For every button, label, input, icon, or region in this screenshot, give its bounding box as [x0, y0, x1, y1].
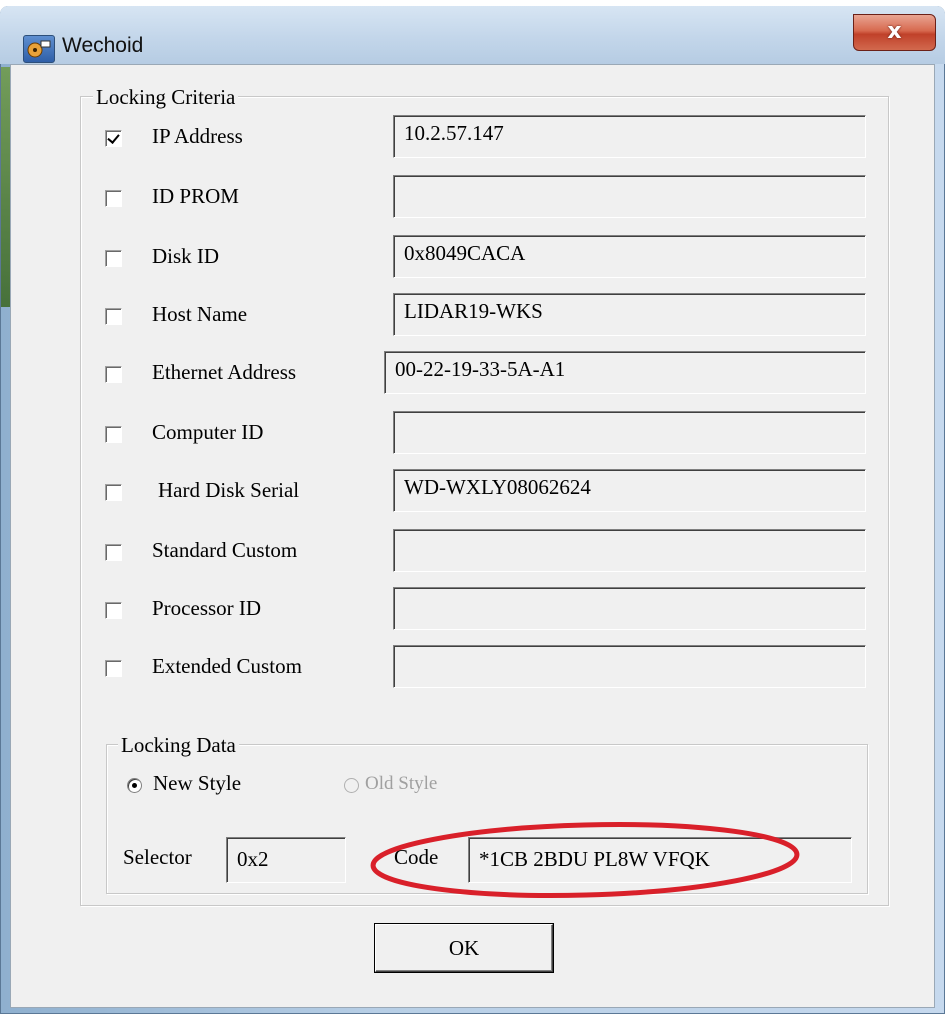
- checkbox-2[interactable]: [105, 250, 122, 267]
- new-style-radio[interactable]: [127, 778, 142, 793]
- criteria-label-2[interactable]: Disk ID: [152, 244, 219, 269]
- checkbox-4[interactable]: [105, 366, 122, 383]
- criteria-label-3[interactable]: Host Name: [152, 302, 247, 327]
- criteria-value-field-9[interactable]: [393, 645, 866, 688]
- checkbox-0[interactable]: [105, 130, 122, 147]
- old-style-label[interactable]: Old Style: [365, 773, 437, 795]
- selector-field[interactable]: 0x2: [226, 837, 346, 883]
- locking-data-label: Locking Data: [118, 733, 239, 757]
- criteria-value-field-3[interactable]: LIDAR19-WKS: [393, 293, 866, 336]
- checkbox-8[interactable]: [105, 602, 122, 619]
- criteria-label-0[interactable]: IP Address: [152, 124, 243, 149]
- criteria-value-field-2[interactable]: 0x8049CACA: [393, 235, 866, 278]
- checkbox-1[interactable]: [105, 190, 122, 207]
- code-label: Code: [394, 845, 439, 869]
- criteria-value-field-4[interactable]: 00-22-19-33-5A-A1: [384, 351, 866, 394]
- checkbox-7[interactable]: [105, 544, 122, 561]
- criteria-label-5[interactable]: Computer ID: [152, 420, 263, 445]
- close-button[interactable]: x: [853, 14, 936, 51]
- criteria-label-8[interactable]: Processor ID: [152, 596, 261, 621]
- app-icon: [23, 35, 55, 63]
- new-style-label[interactable]: New Style: [153, 771, 241, 796]
- criteria-label-6[interactable]: Hard Disk Serial: [158, 478, 299, 503]
- criteria-value-field-7[interactable]: [393, 529, 866, 572]
- criteria-value-field-0[interactable]: 10.2.57.147: [393, 115, 866, 158]
- checkbox-5[interactable]: [105, 426, 122, 443]
- criteria-value-field-8[interactable]: [393, 587, 866, 630]
- criteria-value-field-5[interactable]: [393, 411, 866, 454]
- checkbox-9[interactable]: [105, 660, 122, 677]
- criteria-label-1[interactable]: ID PROM: [152, 184, 239, 209]
- criteria-value-field-1[interactable]: [393, 175, 866, 218]
- criteria-label-7[interactable]: Standard Custom: [152, 538, 297, 563]
- ok-button[interactable]: OK: [375, 924, 553, 972]
- criteria-label-9[interactable]: Extended Custom: [152, 654, 302, 679]
- title-bar[interactable]: Wechoid x: [0, 6, 945, 64]
- code-field[interactable]: *1CB 2BDU PL8W VFQK: [468, 837, 852, 883]
- criteria-value-field-6[interactable]: WD-WXLY08062624: [393, 469, 866, 512]
- close-icon: x: [887, 19, 902, 44]
- criteria-label-4[interactable]: Ethernet Address: [152, 360, 296, 385]
- checkbox-6[interactable]: [105, 484, 122, 501]
- window-title: Wechoid: [62, 34, 144, 57]
- old-style-radio[interactable]: [344, 778, 359, 793]
- locking-criteria-label: Locking Criteria: [93, 85, 239, 109]
- checkbox-3[interactable]: [105, 308, 122, 325]
- selector-label: Selector: [123, 845, 192, 869]
